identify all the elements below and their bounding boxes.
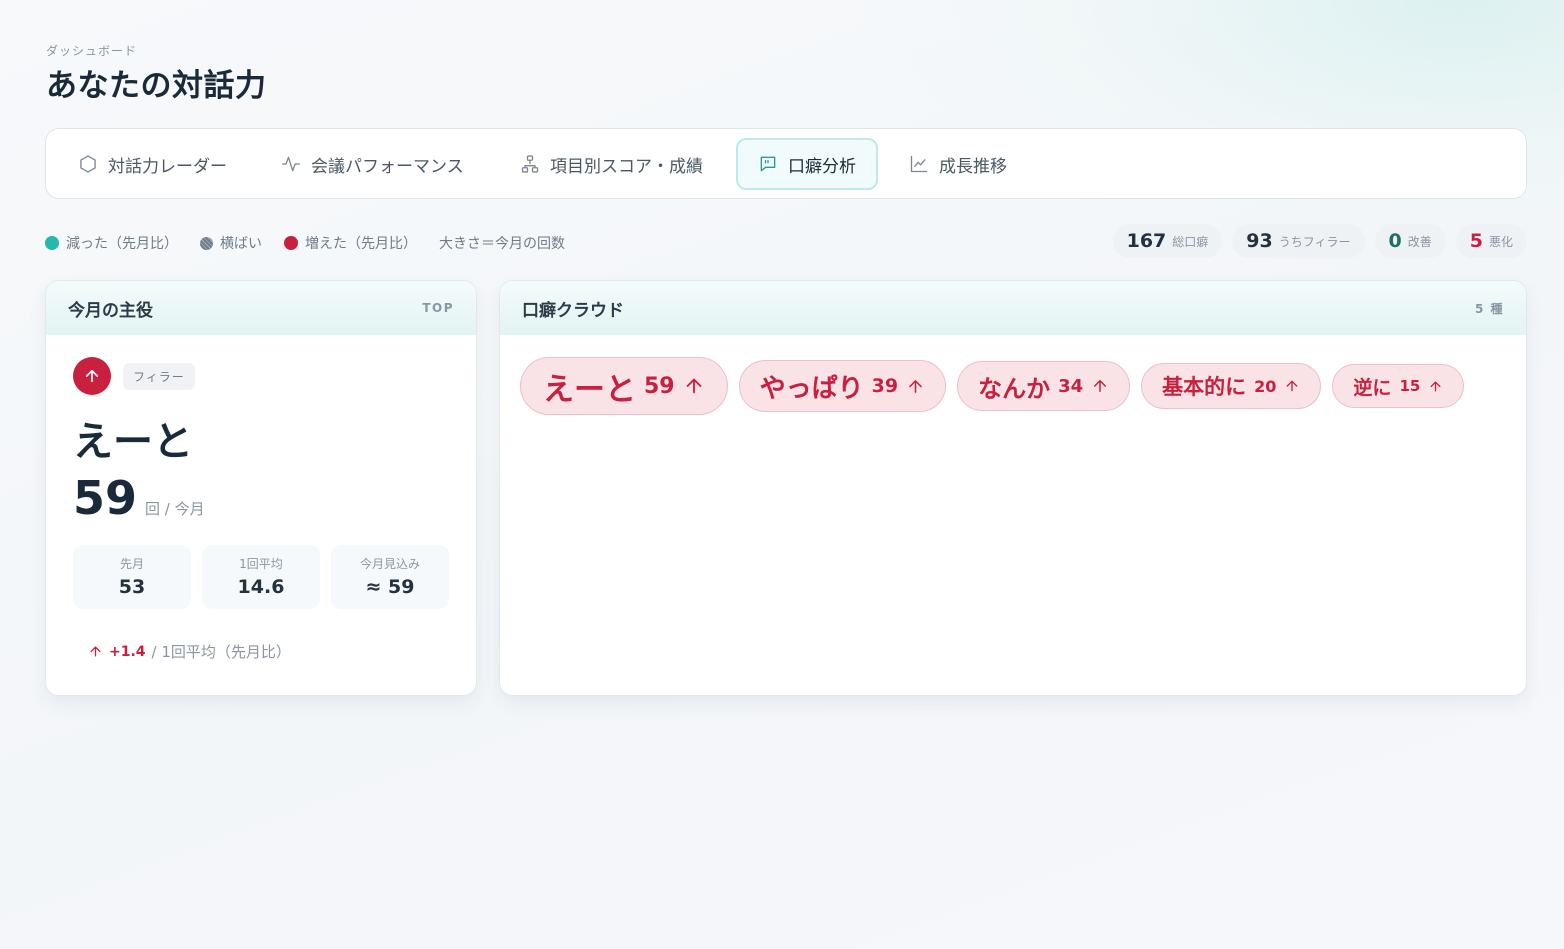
hero-count: 59 回 / 今月 — [73, 471, 205, 525]
cloud-chip-kihontekini[interactable]: 基本的に 20 — [1141, 363, 1322, 409]
legend-size-note: 大きさ＝今月の回数 — [439, 236, 565, 252]
stat-worsened: 5 悪化 — [1455, 224, 1527, 258]
legend-flat: 横ばい — [200, 233, 262, 253]
stat-improved: 0 改善 — [1374, 224, 1446, 258]
habit-cloud-card: 口癖クラウド 5 種 えーと 59 やっぱり 39 なんか 34 基本的に 20… — [499, 280, 1527, 696]
top-habit-card: 今月の主役 TOP フィラー えーと 59 回 / 今月 先月 53 1回平均 … — [45, 280, 477, 696]
arrow-up-icon — [909, 379, 922, 393]
arrow-up-icon — [1287, 380, 1298, 392]
tab-label: 成長推移 — [939, 156, 1007, 177]
tab-label: 対話力レーダー — [108, 156, 227, 177]
arrow-up-icon — [1094, 380, 1107, 392]
arrow-up-icon — [90, 646, 101, 657]
tab-bar: 対話力レーダー 会議パフォーマンス 項目別スコア・成績 口癖分析 成長推移 — [45, 128, 1527, 199]
arrow-up-icon — [85, 369, 99, 383]
red-dot-icon — [284, 236, 298, 250]
teal-dot-icon — [45, 236, 59, 250]
message-quote-icon — [760, 156, 776, 172]
stats-bar: 167 総口癖 93 うちフィラー 0 改善 5 悪化 — [1112, 224, 1527, 258]
arrow-up-icon — [1430, 381, 1441, 391]
metric-forecast: 今月見込み ≈ 59 — [331, 545, 449, 609]
card-header: 今月の主役 TOP — [46, 281, 476, 335]
stat-total-habits: 167 総口癖 — [1112, 224, 1223, 258]
breadcrumb: ダッシュボード — [46, 44, 138, 58]
hexagon-icon — [80, 155, 96, 173]
line-chart-icon — [910, 155, 928, 173]
tab-label: 口癖分析 — [788, 156, 856, 177]
cloud-chip-gyakuni[interactable]: 逆に 15 — [1332, 364, 1465, 408]
habit-cloud: えーと 59 やっぱり 39 なんか 34 基本的に 20 逆に 15 — [520, 357, 1465, 415]
cloud-chip-nanka[interactable]: なんか 34 — [957, 361, 1131, 411]
legend-decreased: 減った（先月比） — [45, 233, 178, 253]
trend-up-badge — [73, 357, 111, 395]
page-title: あなたの対話力 — [46, 68, 267, 104]
stat-fillers: 93 うちフィラー — [1232, 224, 1365, 258]
tab-item-scores[interactable]: 項目別スコア・成績 — [500, 138, 723, 190]
hero-badge-row: フィラー — [73, 357, 195, 395]
hierarchy-icon — [521, 155, 539, 173]
category-tag: フィラー — [123, 362, 195, 390]
pulse-icon — [282, 156, 300, 172]
tab-growth-trend[interactable]: 成長推移 — [889, 138, 1027, 190]
tab-label: 会議パフォーマンス — [311, 156, 464, 177]
metric-per-session: 1回平均 14.6 — [202, 545, 320, 609]
cloud-chip-yappari[interactable]: やっぱり 39 — [738, 360, 947, 412]
card-header: 口癖クラウド 5 種 — [500, 281, 1526, 335]
metric-last-month: 先月 53 — [73, 545, 191, 609]
cloud-chip-eto[interactable]: えーと 59 — [520, 357, 728, 415]
legend: 減った（先月比） 横ばい 増えた（先月比） 大きさ＝今月の回数 — [45, 233, 587, 253]
delta-row: +1.4 / 1回平均（先月比） — [88, 641, 291, 662]
tab-meeting-performance[interactable]: 会議パフォーマンス — [261, 138, 484, 190]
tab-label: 項目別スコア・成績 — [550, 156, 703, 177]
hero-word: えーと — [73, 419, 193, 465]
legend-increased: 増えた（先月比） — [284, 233, 417, 253]
tab-habit-analysis[interactable]: 口癖分析 — [736, 138, 878, 190]
arrow-up-icon — [686, 378, 701, 394]
gray-dot-icon — [200, 236, 213, 250]
tab-radar[interactable]: 対話力レーダー — [58, 138, 247, 190]
